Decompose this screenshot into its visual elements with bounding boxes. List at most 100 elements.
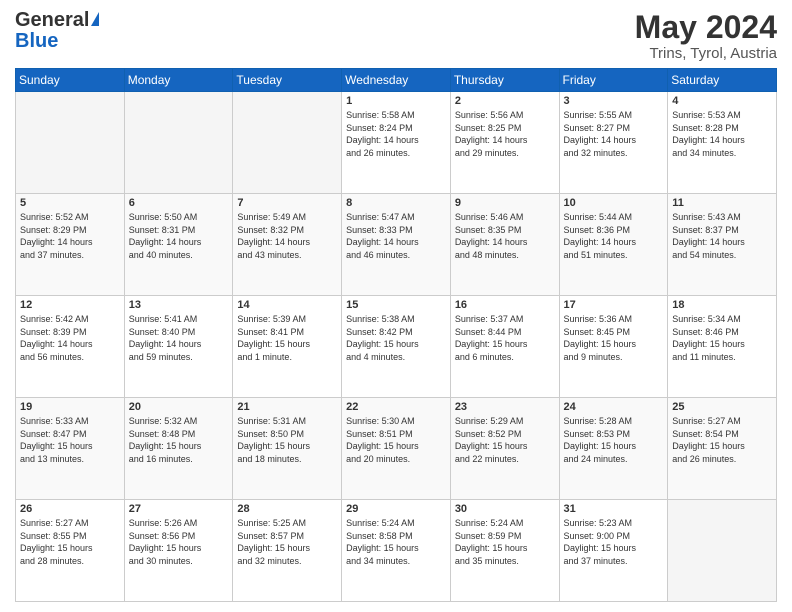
calendar-cell: 15 Sunrise: 5:38 AM Sunset: 8:42 PM Dayli… [342, 296, 451, 398]
calendar-table: Sunday Monday Tuesday Wednesday Thursday… [15, 68, 777, 602]
day-number: 16 [455, 299, 555, 311]
calendar-cell: 7 Sunrise: 5:49 AM Sunset: 8:32 PM Daylig… [233, 194, 342, 296]
calendar-cell: 27 Sunrise: 5:26 AM Sunset: 8:56 PM Dayli… [124, 500, 233, 602]
day-number: 11 [672, 197, 772, 209]
col-sunday: Sunday [16, 69, 125, 92]
col-monday: Monday [124, 69, 233, 92]
calendar-cell: 12 Sunrise: 5:42 AM Sunset: 8:39 PM Dayli… [16, 296, 125, 398]
day-number: 9 [455, 197, 555, 209]
calendar-cell: 13Sunrise: 5:41 AM Sunset: 8:40 PM Dayli… [124, 296, 233, 398]
day-info: Sunrise: 5:49 AM Sunset: 8:32 PM Dayligh… [237, 211, 337, 261]
day-number: 10 [564, 197, 664, 209]
calendar-cell: 6 Sunrise: 5:50 AM Sunset: 8:31 PM Daylig… [124, 194, 233, 296]
day-number: 6 [129, 197, 229, 209]
day-info: Sunrise: 5:26 AM Sunset: 8:56 PM Dayligh… [129, 517, 229, 567]
day-number: 1 [346, 95, 446, 107]
logo-text: General [15, 10, 99, 30]
calendar-cell: 5Sunrise: 5:52 AM Sunset: 8:29 PM Daylig… [16, 194, 125, 296]
day-number: 12 [20, 299, 120, 311]
day-number: 7 [237, 197, 337, 209]
day-info: Sunrise: 5:58 AM Sunset: 8:24 PM Dayligh… [346, 109, 446, 159]
calendar-cell: 31Sunrise: 5:23 AM Sunset: 9:00 PM Dayli… [559, 500, 668, 602]
day-info: Sunrise: 5:27 AM Sunset: 8:54 PM Dayligh… [672, 415, 772, 465]
calendar-cell: 1 Sunrise: 5:58 AM Sunset: 8:24 PM Daylig… [342, 92, 451, 194]
day-info: Sunrise: 5:34 AM Sunset: 8:46 PM Dayligh… [672, 313, 772, 363]
calendar-cell [124, 92, 233, 194]
day-number: 28 [237, 503, 337, 515]
day-number: 3 [564, 95, 664, 107]
day-info: Sunrise: 5:23 AM Sunset: 9:00 PM Dayligh… [564, 517, 664, 567]
calendar-cell [233, 92, 342, 194]
day-number: 25 [672, 401, 772, 413]
day-info: Sunrise: 5:53 AM Sunset: 8:28 PM Dayligh… [672, 109, 772, 159]
calendar-subtitle: Trins, Tyrol, Austria [635, 45, 777, 62]
day-number: 17 [564, 299, 664, 311]
day-info: Sunrise: 5:39 AM Sunset: 8:41 PM Dayligh… [237, 313, 337, 363]
day-info: Sunrise: 5:43 AM Sunset: 8:37 PM Dayligh… [672, 211, 772, 261]
day-info: Sunrise: 5:42 AM Sunset: 8:39 PM Dayligh… [20, 313, 120, 363]
calendar-cell: 25 Sunrise: 5:27 AM Sunset: 8:54 PM Dayli… [668, 398, 777, 500]
day-number: 26 [20, 503, 120, 515]
calendar-cell: 24 Sunrise: 5:28 AM Sunset: 8:53 PM Dayli… [559, 398, 668, 500]
day-info: Sunrise: 5:46 AM Sunset: 8:35 PM Dayligh… [455, 211, 555, 261]
day-number: 27 [129, 503, 229, 515]
day-info: Sunrise: 5:31 AM Sunset: 8:50 PM Dayligh… [237, 415, 337, 465]
day-info: Sunrise: 5:28 AM Sunset: 8:53 PM Dayligh… [564, 415, 664, 465]
header-row: Sunday Monday Tuesday Wednesday Thursday… [16, 69, 777, 92]
calendar-cell: 30Sunrise: 5:24 AM Sunset: 8:59 PM Dayli… [450, 500, 559, 602]
day-number: 8 [346, 197, 446, 209]
logo-blue: Blue [15, 30, 58, 53]
day-info: Sunrise: 5:52 AM Sunset: 8:29 PM Dayligh… [20, 211, 120, 261]
calendar-title: May 2024 [635, 10, 777, 45]
day-info: Sunrise: 5:38 AM Sunset: 8:42 PM Dayligh… [346, 313, 446, 363]
calendar-cell: 10 Sunrise: 5:44 AM Sunset: 8:36 PM Dayli… [559, 194, 668, 296]
col-saturday: Saturday [668, 69, 777, 92]
calendar-cell [16, 92, 125, 194]
calendar-cell: 23Sunrise: 5:29 AM Sunset: 8:52 PM Dayli… [450, 398, 559, 500]
page: General Blue May 2024 Trins, Tyrol, Aust… [0, 0, 792, 612]
calendar-cell: 11 Sunrise: 5:43 AM Sunset: 8:37 PM Dayli… [668, 194, 777, 296]
logo-triangle-icon [91, 12, 99, 26]
calendar-cell: 20 Sunrise: 5:32 AM Sunset: 8:48 PM Dayli… [124, 398, 233, 500]
day-info: Sunrise: 5:30 AM Sunset: 8:51 PM Dayligh… [346, 415, 446, 465]
day-number: 14 [237, 299, 337, 311]
col-tuesday: Tuesday [233, 69, 342, 92]
day-info: Sunrise: 5:50 AM Sunset: 8:31 PM Dayligh… [129, 211, 229, 261]
day-number: 23 [455, 401, 555, 413]
day-number: 20 [129, 401, 229, 413]
calendar-cell: 29 Sunrise: 5:24 AM Sunset: 8:58 PM Dayli… [342, 500, 451, 602]
col-thursday: Thursday [450, 69, 559, 92]
day-info: Sunrise: 5:55 AM Sunset: 8:27 PM Dayligh… [564, 109, 664, 159]
calendar-cell: 9 Sunrise: 5:46 AM Sunset: 8:35 PM Daylig… [450, 194, 559, 296]
day-number: 29 [346, 503, 446, 515]
day-number: 15 [346, 299, 446, 311]
day-info: Sunrise: 5:25 AM Sunset: 8:57 PM Dayligh… [237, 517, 337, 567]
day-number: 24 [564, 401, 664, 413]
calendar-cell: 2 Sunrise: 5:56 AM Sunset: 8:25 PM Daylig… [450, 92, 559, 194]
day-info: Sunrise: 5:27 AM Sunset: 8:55 PM Dayligh… [20, 517, 120, 567]
day-number: 30 [455, 503, 555, 515]
calendar-cell: 14 Sunrise: 5:39 AM Sunset: 8:41 PM Dayli… [233, 296, 342, 398]
calendar-cell [668, 500, 777, 602]
day-number: 21 [237, 401, 337, 413]
logo-general: General [15, 10, 89, 30]
calendar-cell: 22 Sunrise: 5:30 AM Sunset: 8:51 PM Dayli… [342, 398, 451, 500]
logo: General Blue [15, 10, 99, 53]
title-block: May 2024 Trins, Tyrol, Austria [635, 10, 777, 62]
calendar-cell: 16 Sunrise: 5:37 AM Sunset: 8:44 PM Dayli… [450, 296, 559, 398]
calendar-cell: 4Sunrise: 5:53 AM Sunset: 8:28 PM Daylig… [668, 92, 777, 194]
day-info: Sunrise: 5:37 AM Sunset: 8:44 PM Dayligh… [455, 313, 555, 363]
day-number: 22 [346, 401, 446, 413]
header: General Blue May 2024 Trins, Tyrol, Aust… [15, 10, 777, 62]
calendar-cell: 8Sunrise: 5:47 AM Sunset: 8:33 PM Daylig… [342, 194, 451, 296]
day-info: Sunrise: 5:44 AM Sunset: 8:36 PM Dayligh… [564, 211, 664, 261]
day-number: 2 [455, 95, 555, 107]
calendar-cell: 19Sunrise: 5:33 AM Sunset: 8:47 PM Dayli… [16, 398, 125, 500]
day-info: Sunrise: 5:56 AM Sunset: 8:25 PM Dayligh… [455, 109, 555, 159]
calendar-cell: 21 Sunrise: 5:31 AM Sunset: 8:50 PM Dayli… [233, 398, 342, 500]
day-info: Sunrise: 5:32 AM Sunset: 8:48 PM Dayligh… [129, 415, 229, 465]
day-info: Sunrise: 5:24 AM Sunset: 8:58 PM Dayligh… [346, 517, 446, 567]
calendar-cell: 18Sunrise: 5:34 AM Sunset: 8:46 PM Dayli… [668, 296, 777, 398]
day-info: Sunrise: 5:33 AM Sunset: 8:47 PM Dayligh… [20, 415, 120, 465]
day-info: Sunrise: 5:36 AM Sunset: 8:45 PM Dayligh… [564, 313, 664, 363]
